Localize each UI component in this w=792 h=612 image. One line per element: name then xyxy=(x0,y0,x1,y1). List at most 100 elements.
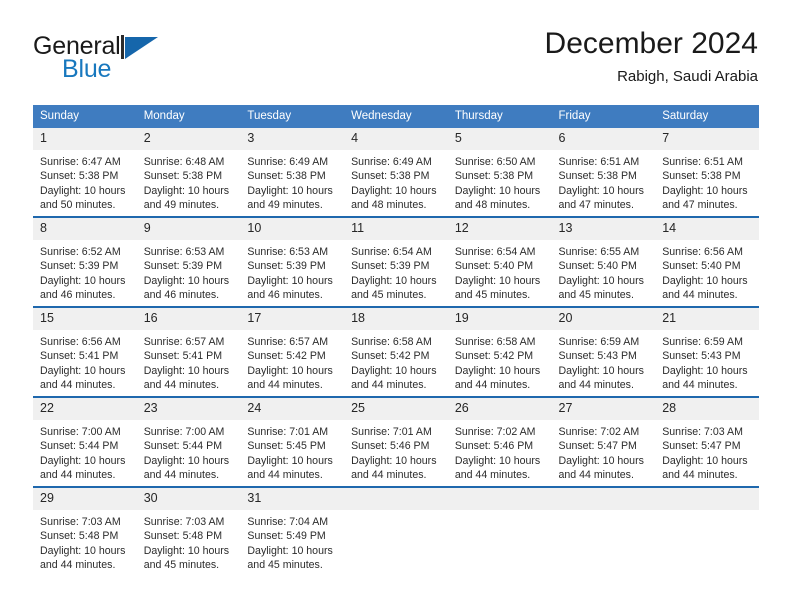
calendar-day-cell[interactable]: 31 Sunrise: 7:04 AM Sunset: 5:49 PM Dayligh… xyxy=(240,486,345,576)
weekday-header-thursday: Thursday xyxy=(447,105,552,128)
calendar-header-row: Sunday Monday Tuesday Wednesday Thursday… xyxy=(33,105,759,128)
sunset-text: Sunset: 5:43 PM xyxy=(662,350,741,363)
weekday-header-friday: Friday xyxy=(551,105,656,128)
sunset-text: Sunset: 5:47 PM xyxy=(662,440,741,453)
daylight-text-line2: and 44 minutes. xyxy=(40,559,116,572)
daylight-text-line1: Daylight: 10 hours xyxy=(558,454,644,467)
daylight-text-line1: Daylight: 10 hours xyxy=(351,184,437,197)
daylight-text-line2: and 45 minutes. xyxy=(558,289,634,302)
sunrise-text: Sunrise: 7:02 AM xyxy=(558,426,640,438)
calendar-day-cell[interactable]: 14 Sunrise: 6:56 AM Sunset: 5:40 PM Dayligh… xyxy=(655,216,759,307)
calendar-day-cell[interactable]: 28 Sunrise: 7:03 AM Sunset: 5:47 PM Dayligh… xyxy=(655,396,759,487)
calendar-day-cell[interactable]: 16 Sunrise: 6:57 AM Sunset: 5:41 PM Dayligh… xyxy=(136,306,241,397)
calendar-day-cell[interactable]: 8 Sunrise: 6:52 AM Sunset: 5:39 PM Daylight… xyxy=(33,216,137,307)
day-number: 27 xyxy=(551,398,656,420)
day-details: Sunrise: 6:53 AM Sunset: 5:39 PM Daylight:… xyxy=(137,240,241,303)
daylight-text-line1: Daylight: 10 hours xyxy=(143,364,230,377)
triangle-flag-icon xyxy=(125,37,158,59)
weekday-header-saturday: Saturday xyxy=(655,105,759,128)
calendar-day-cell[interactable]: 25 Sunrise: 7:01 AM Sunset: 5:46 PM Dayligh… xyxy=(344,396,448,487)
daylight-text-line2: and 44 minutes. xyxy=(247,379,323,392)
sunset-text: Sunset: 5:38 PM xyxy=(351,170,430,183)
daylight-text-line2: and 44 minutes. xyxy=(143,469,220,482)
calendar-day-cell[interactable]: 1 Sunrise: 6:47 AM Sunset: 5:38 PM Daylight… xyxy=(33,128,137,217)
calendar-day-cell[interactable]: 29 Sunrise: 7:03 AM Sunset: 5:48 PM Dayligh… xyxy=(33,486,137,576)
calendar-day-cell[interactable]: 10 Sunrise: 6:53 AM Sunset: 5:39 PM Dayligh… xyxy=(240,216,345,307)
daylight-text-line1: Daylight: 10 hours xyxy=(558,184,644,197)
calendar-day-cell[interactable]: 7 Sunrise: 6:51 AM Sunset: 5:38 PM Daylight… xyxy=(655,128,759,217)
calendar-day-cell[interactable]: 20 Sunrise: 6:59 AM Sunset: 5:43 PM Dayligh… xyxy=(551,306,656,397)
weekday-header-sunday: Sunday xyxy=(33,105,137,128)
sunset-text: Sunset: 5:40 PM xyxy=(454,260,534,273)
calendar-day-cell[interactable]: 2 Sunrise: 6:48 AM Sunset: 5:38 PM Daylight… xyxy=(136,128,241,217)
day-number: 17 xyxy=(240,308,345,330)
day-number: 29 xyxy=(33,488,137,510)
day-details: Sunrise: 6:49 AM Sunset: 5:38 PM Daylight:… xyxy=(240,150,344,213)
day-details: Sunrise: 7:04 AM Sunset: 5:49 PM Daylight:… xyxy=(240,510,344,573)
calendar-page: General Blue December 2024 Rabigh, Saudi… xyxy=(0,0,792,612)
day-number: 4 xyxy=(344,128,448,150)
sunset-text: Sunset: 5:41 PM xyxy=(40,350,119,363)
day-number: 20 xyxy=(551,308,656,330)
sunset-text: Sunset: 5:48 PM xyxy=(143,530,223,543)
calendar-day-cell[interactable]: 26 Sunrise: 7:02 AM Sunset: 5:46 PM Dayligh… xyxy=(447,396,552,487)
calendar-day-cell[interactable]: 24 Sunrise: 7:01 AM Sunset: 5:45 PM Dayligh… xyxy=(240,396,345,487)
calendar-week-row: 22 Sunrise: 7:00 AM Sunset: 5:44 PM Dayligh… xyxy=(33,396,759,487)
weekday-header-monday: Monday xyxy=(136,105,241,128)
calendar-day-cell[interactable]: 3 Sunrise: 6:49 AM Sunset: 5:38 PM Daylight… xyxy=(240,128,345,217)
sunrise-text: Sunrise: 6:49 AM xyxy=(351,156,432,168)
calendar-day-cell[interactable]: 13 Sunrise: 6:55 AM Sunset: 5:40 PM Dayligh… xyxy=(551,216,656,307)
daylight-text-line1: Daylight: 10 hours xyxy=(247,454,333,467)
calendar-day-cell[interactable]: 22 Sunrise: 7:00 AM Sunset: 5:44 PM Dayligh… xyxy=(33,396,137,487)
day-details: Sunrise: 7:00 AM Sunset: 5:44 PM Daylight:… xyxy=(137,420,241,483)
day-details: Sunrise: 6:51 AM Sunset: 5:38 PM Daylight:… xyxy=(552,150,656,213)
daylight-text-line2: and 44 minutes. xyxy=(40,469,116,482)
day-number: 10 xyxy=(240,218,345,240)
calendar-day-cell[interactable]: 27 Sunrise: 7:02 AM Sunset: 5:47 PM Dayligh… xyxy=(551,396,656,487)
general-blue-logo[interactable]: General Blue xyxy=(33,32,233,88)
calendar-day-cell[interactable]: 17 Sunrise: 6:57 AM Sunset: 5:42 PM Dayligh… xyxy=(240,306,345,397)
daylight-text-line2: and 47 minutes. xyxy=(662,199,738,212)
calendar-day-cell[interactable]: 12 Sunrise: 6:54 AM Sunset: 5:40 PM Dayligh… xyxy=(447,216,552,307)
daylight-text-line1: Daylight: 10 hours xyxy=(143,454,230,467)
daylight-text-line2: and 44 minutes. xyxy=(558,469,634,482)
day-details: Sunrise: 6:56 AM Sunset: 5:41 PM Daylight:… xyxy=(33,330,137,393)
day-number: 24 xyxy=(240,398,345,420)
day-number: 5 xyxy=(447,128,552,150)
sunrise-text: Sunrise: 6:58 AM xyxy=(454,336,536,348)
calendar-day-cell[interactable]: 4 Sunrise: 6:49 AM Sunset: 5:38 PM Daylight… xyxy=(344,128,448,217)
daylight-text-line1: Daylight: 10 hours xyxy=(454,454,541,467)
day-number: 16 xyxy=(136,308,241,330)
calendar-day-cell[interactable]: 9 Sunrise: 6:53 AM Sunset: 5:39 PM Daylight… xyxy=(136,216,241,307)
sunset-text: Sunset: 5:38 PM xyxy=(662,170,741,183)
daylight-text-line1: Daylight: 10 hours xyxy=(143,544,230,557)
daylight-text-line1: Daylight: 10 hours xyxy=(351,454,437,467)
day-number xyxy=(344,488,448,510)
day-details: Sunrise: 6:51 AM Sunset: 5:38 PM Daylight:… xyxy=(655,150,759,213)
calendar-day-cell[interactable]: 15 Sunrise: 6:56 AM Sunset: 5:41 PM Dayligh… xyxy=(33,306,137,397)
calendar-day-cell[interactable]: 30 Sunrise: 7:03 AM Sunset: 5:48 PM Dayligh… xyxy=(136,486,241,576)
day-details: Sunrise: 7:03 AM Sunset: 5:48 PM Daylight:… xyxy=(33,510,137,573)
calendar-day-cell[interactable]: 11 Sunrise: 6:54 AM Sunset: 5:39 PM Dayligh… xyxy=(344,216,448,307)
day-details: Sunrise: 7:02 AM Sunset: 5:47 PM Daylight:… xyxy=(552,420,656,483)
sunset-text: Sunset: 5:38 PM xyxy=(40,170,119,183)
day-details: Sunrise: 7:03 AM Sunset: 5:47 PM Daylight:… xyxy=(655,420,759,483)
calendar-day-cell[interactable]: 23 Sunrise: 7:00 AM Sunset: 5:44 PM Dayligh… xyxy=(136,396,241,487)
day-number: 9 xyxy=(136,218,241,240)
day-details: Sunrise: 7:01 AM Sunset: 5:46 PM Daylight:… xyxy=(344,420,448,483)
daylight-text-line1: Daylight: 10 hours xyxy=(143,184,230,197)
logo-text-blue: Blue xyxy=(62,55,112,83)
calendar-day-cell[interactable]: 19 Sunrise: 6:58 AM Sunset: 5:42 PM Dayligh… xyxy=(447,306,552,397)
calendar-day-cell[interactable]: 5 Sunrise: 6:50 AM Sunset: 5:38 PM Daylight… xyxy=(447,128,552,217)
daylight-text-line1: Daylight: 10 hours xyxy=(40,544,126,557)
calendar-day-cell-empty xyxy=(344,486,448,576)
calendar-day-cell[interactable]: 18 Sunrise: 6:58 AM Sunset: 5:42 PM Dayligh… xyxy=(344,306,448,397)
daylight-text-line1: Daylight: 10 hours xyxy=(40,184,126,197)
calendar-day-cell[interactable]: 21 Sunrise: 6:59 AM Sunset: 5:43 PM Dayligh… xyxy=(655,306,759,397)
day-details: Sunrise: 6:56 AM Sunset: 5:40 PM Daylight:… xyxy=(655,240,759,303)
calendar-day-cell[interactable]: 6 Sunrise: 6:51 AM Sunset: 5:38 PM Daylight… xyxy=(551,128,656,217)
daylight-text-line2: and 44 minutes. xyxy=(662,469,738,482)
day-details: Sunrise: 6:48 AM Sunset: 5:38 PM Daylight:… xyxy=(137,150,241,213)
sunrise-text: Sunrise: 6:59 AM xyxy=(662,336,743,348)
day-number: 8 xyxy=(33,218,137,240)
